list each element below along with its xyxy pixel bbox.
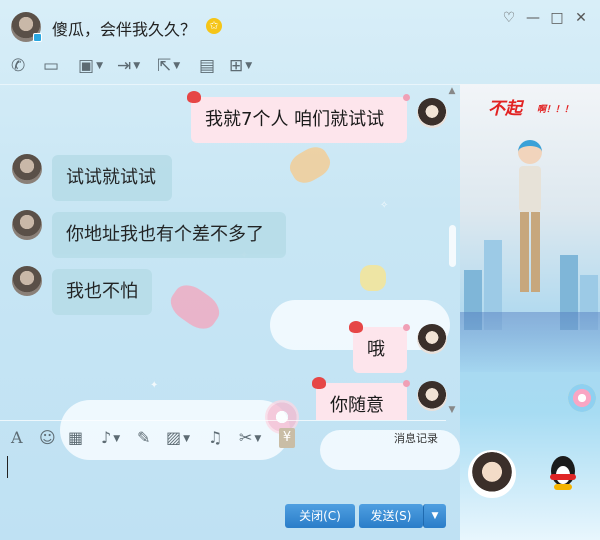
minimize-button[interactable]: —	[522, 8, 544, 28]
red-packet-icon[interactable]: ¥	[279, 428, 295, 448]
my-avatar[interactable]	[417, 324, 447, 354]
show-banner-subtitle: 啊！！！	[537, 105, 574, 115]
character-body	[519, 166, 541, 212]
online-status-icon	[33, 33, 42, 42]
close-button[interactable]: 关闭(C)	[285, 504, 355, 528]
contact-avatar[interactable]	[12, 266, 42, 296]
scroll-up-arrow-icon[interactable]: ▲	[446, 86, 458, 96]
lollipop-icon	[568, 384, 596, 412]
phone-icon[interactable]: ✆	[11, 54, 25, 78]
apps-icon[interactable]: ⊞ ▼	[229, 54, 252, 78]
scrollbar-thumb[interactable]	[449, 225, 456, 267]
file-transfer-icon[interactable]: ⇥ ▼	[117, 54, 140, 78]
message-bubble-outgoing[interactable]: 我就7个人 咱们就试试	[187, 91, 410, 143]
music-icon[interactable]: ♫	[208, 428, 222, 448]
contact-avatar[interactable]	[12, 154, 42, 184]
my-avatar[interactable]	[417, 381, 447, 411]
maximize-button[interactable]: □	[546, 8, 568, 28]
qq-penguin-icon[interactable]	[546, 456, 580, 496]
scroll-down-arrow-icon[interactable]: ▼	[446, 405, 458, 415]
image-icon[interactable]: ▨ ▼	[166, 428, 190, 448]
send-options-dropdown[interactable]: ▼	[423, 504, 446, 528]
water-reflection	[460, 312, 600, 372]
close-window-button[interactable]: ✕	[570, 8, 592, 28]
message-bubble-incoming[interactable]: 我也不怕	[52, 269, 152, 315]
chat-window: ✦ ✧ ✦ 傻瓜，会伴我久久？ ✩ ♡ — □ ✕ ✆ ▭ ▣▼ ⇥▼ ⇱▼ ▤…	[0, 0, 600, 540]
emoji-icon[interactable]: ☺	[39, 428, 56, 448]
character-head	[518, 140, 542, 164]
avatar-character[interactable]	[510, 140, 550, 300]
message-list[interactable]: 我就7个人 咱们就试试 试试就试试 你地址我也有个差不多了 我也不怕 哦 你随意	[0, 84, 460, 420]
pen-icon[interactable]: ✎	[137, 428, 150, 448]
remote-assist-icon[interactable]: ⇱ ▼	[157, 54, 180, 78]
contact-name[interactable]: 傻瓜，会伴我久久？	[52, 16, 196, 40]
chat-toolbar: ✆ ▭ ▣ ▼ ⇥ ▼ ⇱ ▼ ▤ ⊞ ▼	[0, 50, 600, 84]
my-avatar[interactable]	[417, 98, 447, 128]
show-avatar[interactable]	[468, 450, 516, 498]
font-icon[interactable]: A	[11, 428, 23, 448]
message-bubble-outgoing[interactable]: 哦	[349, 321, 410, 373]
screen-share-icon[interactable]: ▣ ▼	[78, 54, 103, 78]
gif-icon[interactable]: ▦	[68, 428, 83, 448]
message-input[interactable]	[0, 454, 446, 504]
message-bubble-incoming[interactable]: 试试就试试	[52, 155, 172, 201]
send-button[interactable]: 发送(S)	[359, 504, 423, 528]
message-bubble-incoming[interactable]: 你地址我也有个差不多了	[52, 212, 286, 258]
scissors-icon[interactable]: ✂ ▼	[239, 428, 261, 448]
message-bubble-outgoing[interactable]: 你随意	[312, 377, 410, 420]
message-icon[interactable]: ▤	[199, 54, 215, 78]
voice-icon[interactable]: ♪ ▼	[101, 428, 120, 448]
video-icon[interactable]: ▭	[43, 54, 59, 78]
profile-show-panel[interactable]: 不起 啊！！！	[460, 84, 600, 540]
input-toolbar: A ☺ ▦ ♪ ▼ ✎ ▨ ▼ ♫ ✂ ▼ ¥ 消息记录	[0, 420, 446, 454]
contact-avatar[interactable]	[12, 210, 42, 240]
text-caret	[7, 456, 8, 478]
show-banner-title: 不起	[488, 99, 522, 119]
vip-badge-icon[interactable]: ✩	[206, 18, 222, 34]
favorite-button[interactable]: ♡	[498, 8, 520, 28]
message-history-link[interactable]: 消息记录	[394, 430, 438, 446]
title-bar: 傻瓜，会伴我久久？ ✩ ♡ — □ ✕	[0, 0, 600, 50]
character-legs	[520, 212, 540, 292]
